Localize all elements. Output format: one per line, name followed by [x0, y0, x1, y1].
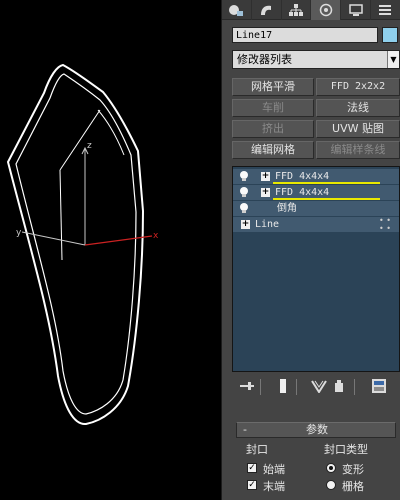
grid-label: 栅格: [342, 480, 364, 493]
cap-end-label: 末端: [263, 480, 285, 493]
make-unique-icon[interactable]: [310, 377, 328, 395]
extrude-button[interactable]: 挤出: [232, 120, 314, 138]
utilities-tab[interactable]: [371, 0, 400, 20]
ffd-2x2x2-button[interactable]: FFD 2x2x2: [316, 78, 400, 96]
cap-group-label: 封口: [246, 443, 268, 456]
edit-spline-button[interactable]: 编辑样条线: [316, 141, 400, 159]
hierarchy-icon: [288, 4, 303, 16]
stack-item-ffd-4x4x4-bottom[interactable]: + FFD 4x4x4: [233, 185, 399, 200]
lathe-button[interactable]: 车削: [232, 99, 314, 117]
parameters-rollout-header[interactable]: - 参数: [236, 422, 396, 438]
remove-modifier-icon[interactable]: [332, 377, 346, 395]
viewport-canvas[interactable]: z x y: [0, 0, 220, 500]
normal-button[interactable]: 法线: [316, 99, 400, 117]
modify-icon: [261, 5, 272, 15]
morph-label: 变形: [342, 463, 364, 476]
motion-tab[interactable]: [311, 0, 342, 20]
grid-radio[interactable]: [326, 480, 336, 490]
stack-item-line[interactable]: + Line • • • •: [233, 216, 399, 233]
mesh-smooth-button[interactable]: 网格平滑: [232, 78, 314, 96]
stack-item-label: Line: [255, 219, 280, 230]
cap-type-group-label: 封口类型: [324, 443, 368, 456]
parameters-title: 参数: [306, 423, 328, 436]
lightbulb-icon[interactable]: [240, 171, 248, 181]
expand-plus-icon[interactable]: +: [261, 188, 270, 197]
motion-icon: [319, 3, 333, 17]
toolbar-divider: [354, 379, 355, 395]
cap-start-checkbox[interactable]: ✓: [247, 463, 257, 473]
shape-outline-outer: [6, 63, 145, 425]
show-end-result-icon[interactable]: [276, 377, 290, 395]
shape-inner-edge: [59, 169, 63, 261]
shape-outline-inner: [15, 73, 137, 415]
stack-toolbar: [232, 377, 400, 397]
object-name-row: Line17: [232, 27, 400, 43]
modifier-list-dropdown[interactable]: 修改器列表 ▼: [232, 50, 400, 69]
edit-mesh-button[interactable]: 编辑网格: [232, 141, 314, 159]
stack-item-bevel[interactable]: 倒角: [233, 201, 399, 216]
z-axis-label: z: [87, 141, 92, 151]
y-axis: [21, 231, 86, 246]
y-axis-label: y: [16, 228, 22, 238]
x-axis-label: x: [153, 231, 159, 241]
display-tab[interactable]: [341, 0, 371, 20]
configure-modifier-sets-icon[interactable]: [370, 377, 388, 395]
display-icon: [348, 4, 363, 16]
highlight-underline: [273, 198, 380, 200]
parameters-rollout: - 参数 封口 封口类型 ✓ 始端 ✓ 末端 变形 栅格: [226, 410, 400, 500]
modifier-list-label: 修改器列表: [237, 53, 292, 66]
dots-icon: • • • •: [379, 216, 391, 233]
create-icon: [229, 5, 244, 16]
pin-stack-icon[interactable]: [238, 377, 256, 395]
cap-end-checkbox[interactable]: ✓: [247, 480, 257, 490]
shape-inner-edge-2: [59, 109, 101, 171]
dropdown-arrow-icon[interactable]: ▼: [387, 51, 399, 68]
toolbar-divider: [296, 379, 297, 395]
viewport[interactable]: z x y: [0, 0, 220, 500]
cap-start-label: 始端: [263, 463, 285, 476]
stack-item-label: 倒角: [277, 203, 297, 214]
utilities-icon: [379, 5, 392, 15]
lightbulb-icon[interactable]: [240, 187, 248, 197]
modify-tab[interactable]: [252, 0, 282, 20]
object-color-swatch[interactable]: [382, 27, 398, 43]
toolbar-divider: [260, 379, 261, 395]
expand-plus-icon[interactable]: +: [241, 220, 250, 229]
expand-plus-icon[interactable]: +: [261, 172, 270, 181]
command-panel-tabs: [222, 0, 400, 20]
hierarchy-tab[interactable]: [282, 0, 312, 20]
uvw-map-button[interactable]: UVW 贴图: [316, 120, 400, 138]
object-name-field[interactable]: Line17: [232, 27, 378, 43]
modifier-stack[interactable]: + FFD 4x4x4 + FFD 4x4x4 倒角 + Line • • • •: [232, 166, 400, 372]
stack-item-ffd-4x4x4-top[interactable]: + FFD 4x4x4: [233, 169, 399, 184]
highlight-underline: [273, 182, 380, 184]
create-tab[interactable]: [222, 0, 252, 20]
morph-radio[interactable]: [326, 463, 336, 473]
lightbulb-icon[interactable]: [240, 203, 248, 213]
